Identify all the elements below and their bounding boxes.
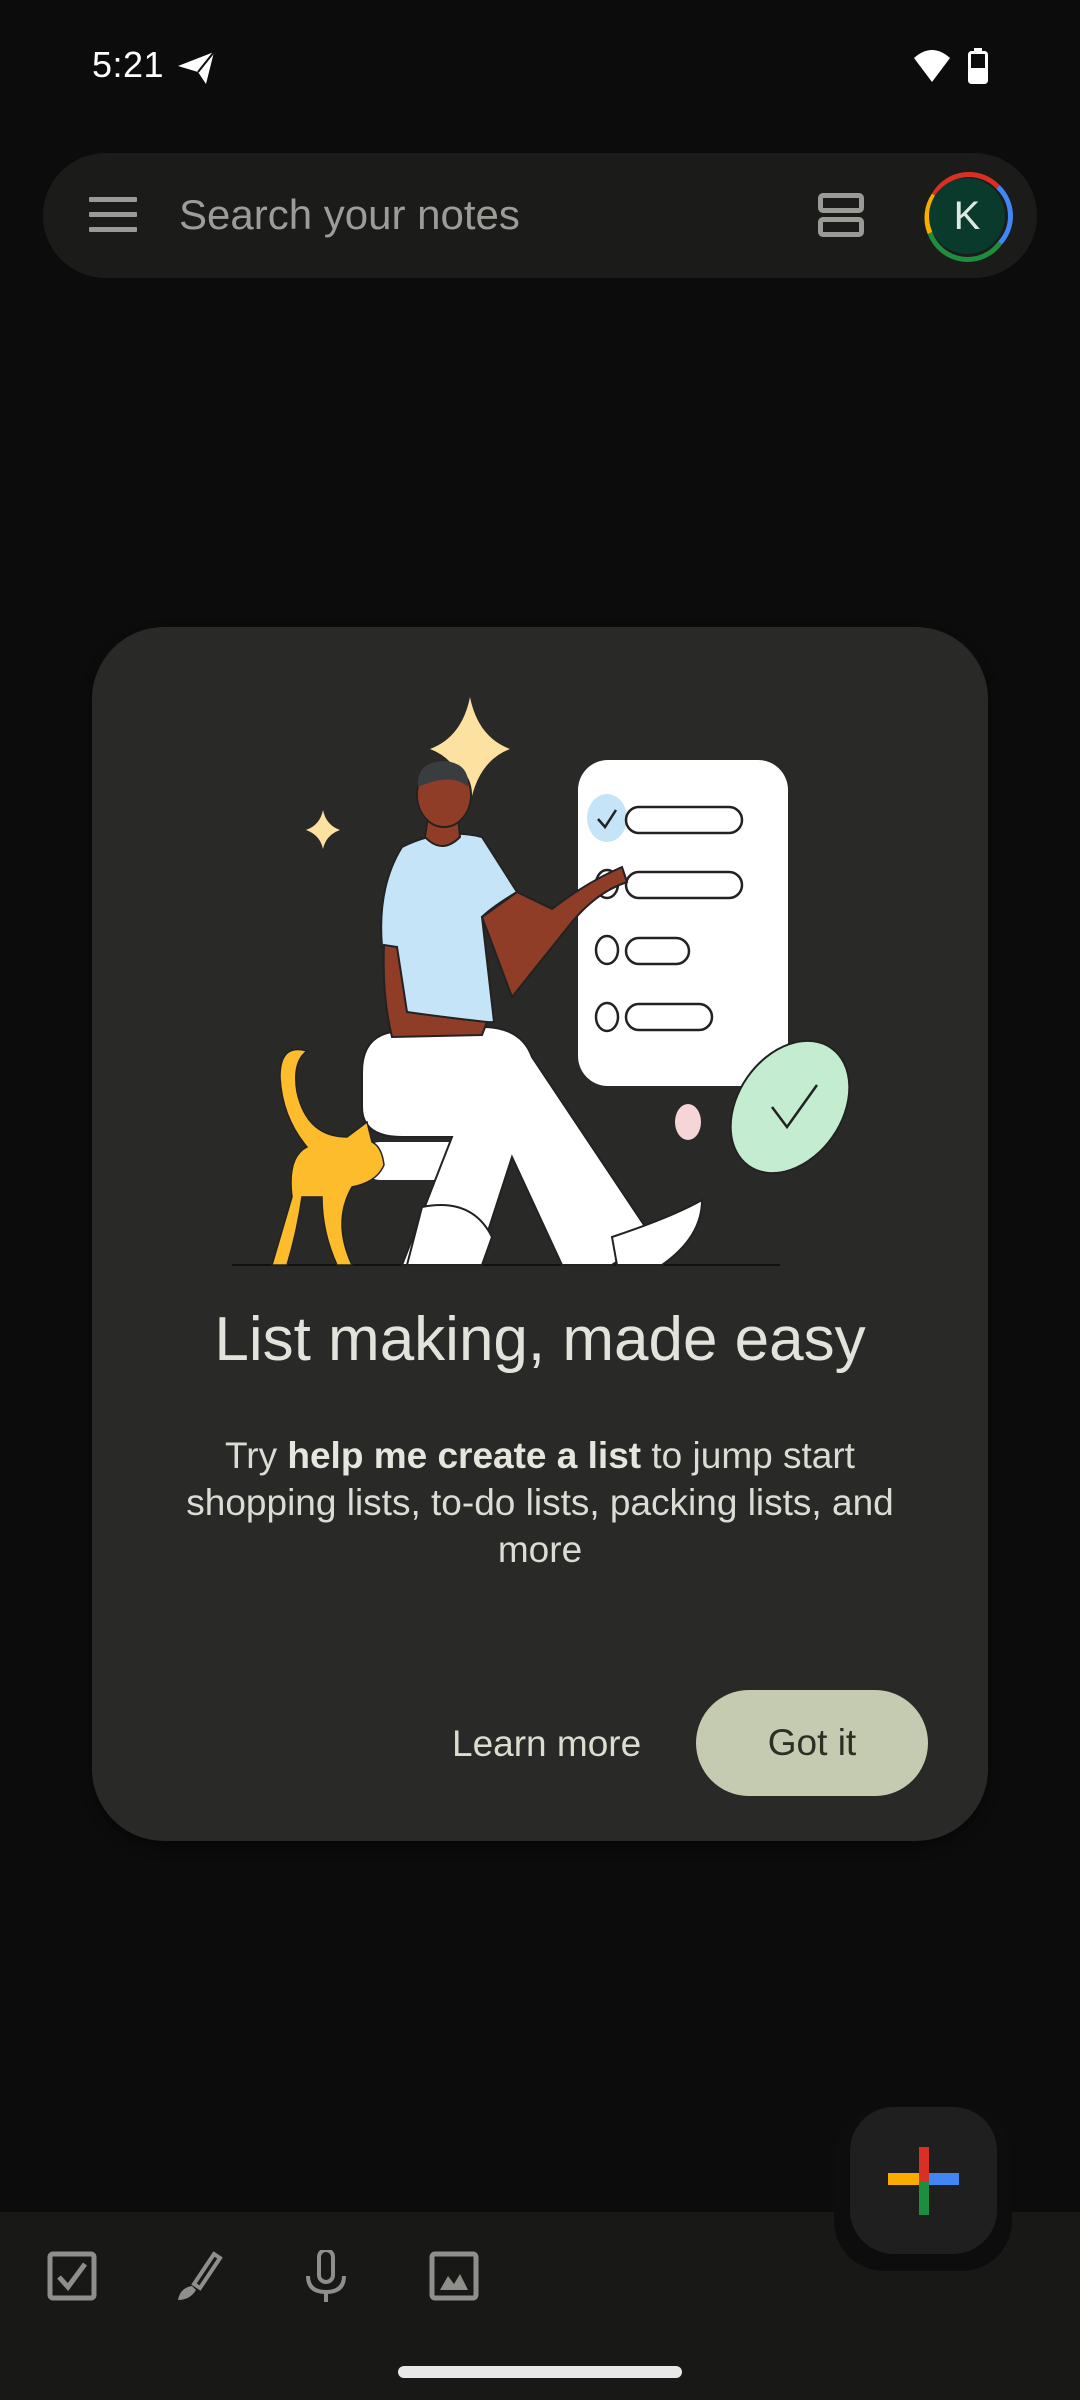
promo-body-bold: help me create a list — [287, 1435, 642, 1476]
person-with-checklist-illustration — [232, 697, 851, 1266]
promo-body: Try help me create a list to jump start … — [152, 1432, 928, 1573]
menu-icon[interactable] — [89, 197, 137, 233]
avatar: K — [929, 178, 1005, 254]
image-icon[interactable] — [428, 2250, 480, 2302]
list-view-icon[interactable] — [816, 191, 866, 241]
checkbox-icon[interactable] — [46, 2250, 98, 2302]
plus-icon — [888, 2147, 959, 2215]
home-indicator[interactable] — [398, 2366, 682, 2378]
brush-icon[interactable] — [172, 2250, 224, 2302]
microphone-icon[interactable] — [300, 2250, 352, 2302]
wifi-icon — [914, 50, 950, 82]
small-sparkle — [306, 810, 340, 849]
promo-body-prefix: Try — [225, 1435, 288, 1476]
status-bar: 5:21 — [0, 0, 1080, 120]
pink-dot — [675, 1104, 701, 1140]
battery-icon — [968, 48, 988, 84]
search-bar[interactable]: Search your notes K — [43, 153, 1037, 278]
telegram-icon — [178, 51, 215, 84]
status-time: 5:21 — [92, 44, 165, 85]
search-input[interactable]: Search your notes — [179, 191, 520, 239]
promo-title: List making, made easy — [214, 1305, 866, 1374]
got-it-button[interactable]: Got it — [696, 1690, 928, 1796]
feature-promo-card: List making, made easy Try help me creat… — [92, 627, 988, 1841]
new-note-fab[interactable] — [850, 2107, 997, 2254]
learn-more-button[interactable]: Learn more — [452, 1723, 641, 1765]
account-avatar-button[interactable]: K — [916, 165, 1018, 267]
